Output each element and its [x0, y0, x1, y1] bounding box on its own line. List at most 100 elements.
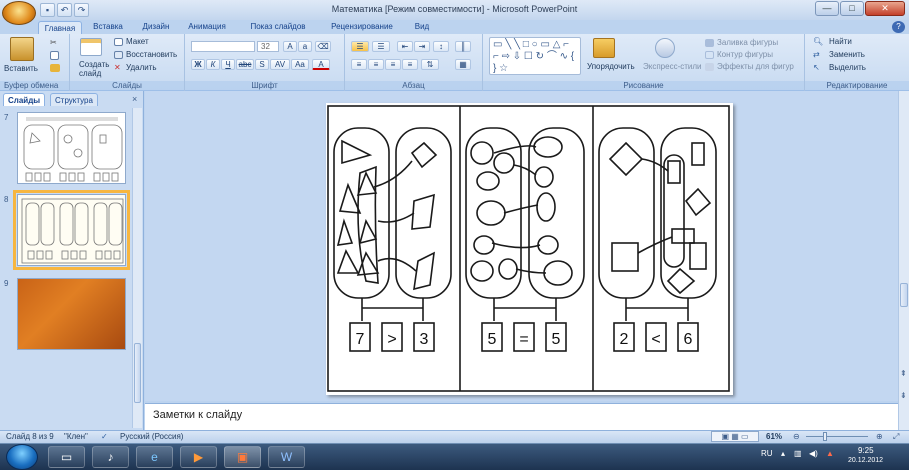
tab-insert[interactable]: Вставка	[86, 20, 130, 34]
slide-scroll-thumb[interactable]	[900, 283, 908, 307]
delete-slide-button[interactable]: Удалить	[126, 63, 157, 72]
format-painter-icon[interactable]	[50, 64, 60, 72]
tab-design[interactable]: Дизайн	[134, 20, 178, 34]
maximize-button[interactable]: □	[840, 1, 864, 16]
media-icon[interactable]: ♪	[92, 446, 129, 468]
strike-button[interactable]: abc	[236, 59, 254, 70]
tab-view[interactable]: Вид	[408, 20, 436, 34]
clock-time[interactable]: 9:25	[858, 446, 874, 455]
tab-animation[interactable]: Анимация	[182, 20, 232, 34]
align-left-icon[interactable]: ≡	[351, 59, 367, 70]
language-indicator[interactable]: Русский (Россия)	[120, 432, 183, 441]
numbering-icon[interactable]: ☰	[372, 41, 390, 52]
slide-canvas[interactable]: 7 > 3 5 = 5 2 < 6	[326, 103, 733, 395]
notes-pane[interactable]	[145, 403, 898, 430]
replace-button[interactable]: Заменить	[829, 50, 865, 59]
bold-button[interactable]: Ж	[191, 59, 205, 70]
shape-effects-button[interactable]: Эффекты для фигур	[717, 62, 794, 71]
quick-styles-button[interactable]: Экспресс-стили	[643, 62, 702, 71]
arrange-button[interactable]: Упорядочить	[587, 62, 635, 71]
ie-icon[interactable]: e	[136, 446, 173, 468]
outline-icon	[705, 51, 714, 59]
new-slide-button[interactable]: Создать слайд	[79, 60, 109, 78]
spellcheck-icon[interactable]: ✓	[101, 432, 108, 441]
shapes-gallery[interactable]: ▭ ╲ ╲ □ ○ ▭ △ ⌐ ⌐ ⇨ ⇩ ☐ ↻ ⌒ ∿ { } ☆	[489, 37, 581, 75]
minimize-button[interactable]: —	[815, 1, 839, 16]
line-spacing-icon[interactable]: ↕	[433, 41, 449, 52]
shadow-button[interactable]: S	[255, 59, 269, 70]
grow-font-icon[interactable]: A	[283, 41, 297, 52]
layout-button[interactable]: Макет	[126, 37, 149, 46]
spacing-button[interactable]: AV	[270, 59, 290, 70]
justify-icon[interactable]: ≡	[402, 59, 418, 70]
text-direction-icon[interactable]: ⇅	[421, 59, 439, 70]
pane-close-icon[interactable]: ×	[132, 94, 137, 104]
case-button[interactable]: Aa	[291, 59, 309, 70]
paste-icon[interactable]	[10, 37, 34, 61]
slide-thumbnail-8[interactable]	[13, 190, 130, 270]
start-button[interactable]	[6, 444, 38, 470]
copy-icon[interactable]	[50, 51, 59, 60]
shape-outline-button[interactable]: Контур фигуры	[717, 50, 773, 59]
font-color-button[interactable]: A	[312, 59, 330, 70]
media-player-icon[interactable]: ▶	[180, 446, 217, 468]
zoom-level[interactable]: 61%	[766, 432, 782, 441]
font-size-field[interactable]: 32	[257, 41, 279, 52]
font-name-field[interactable]	[191, 41, 255, 52]
shrink-font-icon[interactable]: a	[298, 41, 312, 52]
word-taskbar-icon[interactable]: W	[268, 446, 305, 468]
columns-icon[interactable]: ║	[455, 41, 471, 52]
quick-styles-icon[interactable]	[655, 38, 675, 58]
paste-button[interactable]: Вставить	[4, 64, 38, 73]
tab-outline[interactable]: Структура	[50, 93, 98, 106]
input-language[interactable]: RU	[761, 449, 773, 458]
smartart-icon[interactable]: ▦	[455, 59, 471, 70]
view-buttons[interactable]: ▣ ▦ ▭	[711, 431, 759, 442]
select-button[interactable]: Выделить	[829, 63, 866, 72]
clock-date[interactable]: 20.12.2012	[848, 457, 883, 464]
pane-scrollbar[interactable]	[132, 108, 142, 428]
align-right-icon[interactable]: ≡	[385, 59, 401, 70]
close-button[interactable]: ✕	[865, 1, 905, 16]
powerpoint-taskbar-icon[interactable]: ▣	[224, 446, 261, 468]
slide-thumbnail-7[interactable]	[17, 112, 126, 184]
next-slide-icon[interactable]: ⇟	[900, 391, 907, 400]
zoom-slider-thumb[interactable]	[823, 432, 827, 441]
cut-icon[interactable]: ✂	[50, 38, 57, 47]
bullets-icon[interactable]: ☰	[351, 41, 369, 52]
italic-button[interactable]: К	[206, 59, 220, 70]
slide-thumbnail-9[interactable]	[17, 278, 126, 350]
reset-button[interactable]: Восстановить	[126, 50, 177, 59]
tab-review[interactable]: Рецензирование	[322, 20, 402, 34]
volume-icon[interactable]: ◀)	[809, 449, 818, 458]
zoom-in-icon[interactable]: ⊕	[876, 432, 883, 441]
shape-fill-button[interactable]: Заливка фигуры	[717, 38, 778, 47]
pane-scroll-thumb[interactable]	[134, 343, 141, 403]
network-icon[interactable]: ▥	[794, 449, 802, 458]
office-button[interactable]	[2, 1, 36, 25]
tray-arrow-icon[interactable]: ▴	[781, 449, 785, 458]
align-center-icon[interactable]: ≡	[368, 59, 384, 70]
arrange-icon[interactable]	[593, 38, 615, 58]
underline-button[interactable]: Ч	[221, 59, 235, 70]
tab-home[interactable]: Главная	[38, 21, 82, 35]
explorer-icon[interactable]: ▭	[48, 446, 85, 468]
delete-icon: ✕	[114, 63, 121, 72]
tab-slideshow[interactable]: Показ слайдов	[240, 20, 316, 34]
zoom-out-icon[interactable]: ⊖	[793, 432, 800, 441]
drawing-group-label: Рисование	[483, 81, 804, 91]
panel-3-left-number: 2	[620, 331, 629, 348]
fit-slide-icon[interactable]: ⤢	[893, 432, 899, 442]
slide-scrollbar[interactable]: ⇞ ⇟	[898, 91, 909, 430]
increase-indent-icon[interactable]: ⇥	[414, 41, 430, 52]
find-button[interactable]: Найти	[829, 37, 852, 46]
alert-icon[interactable]: ▲	[826, 449, 834, 458]
help-icon[interactable]: ?	[892, 21, 905, 33]
decrease-indent-icon[interactable]: ⇤	[397, 41, 413, 52]
tab-slides[interactable]: Слайды	[3, 93, 46, 106]
new-slide-icon[interactable]	[80, 38, 102, 56]
zoom-slider[interactable]	[806, 436, 868, 437]
clear-format-icon[interactable]: ⌫	[315, 41, 331, 52]
circle-shape	[473, 235, 495, 255]
prev-slide-icon[interactable]: ⇞	[900, 369, 907, 378]
